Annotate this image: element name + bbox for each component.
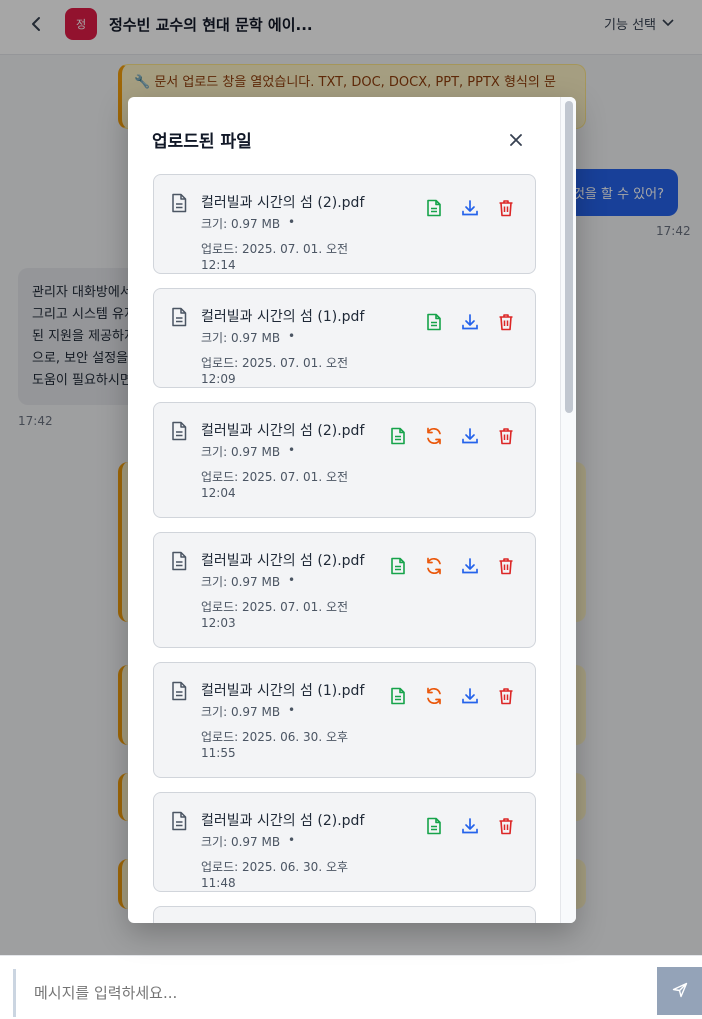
trash-icon <box>498 817 514 835</box>
view-file-button[interactable] <box>387 555 409 577</box>
view-document-icon <box>426 313 442 331</box>
refresh-icon <box>425 427 443 445</box>
delete-button[interactable] <box>495 311 517 333</box>
file-card: 컬러빌과 시간의 섬 (2).pdf 크기: 0.97 MB • 업로드: 2025.… <box>153 174 536 274</box>
file-upload-date: 업로드: 2025. 07. 01. 오전 12:09 <box>201 356 349 386</box>
file-name: 컬러빌과 시간의 섬 (1).pdf <box>201 309 365 325</box>
file-upload-date: 업로드: 2025. 07. 01. 오전 12:04 <box>201 470 349 500</box>
view-file-button[interactable] <box>423 815 445 837</box>
trash-icon <box>498 427 514 445</box>
separator-dot: • <box>288 329 296 343</box>
download-icon <box>461 427 479 445</box>
separator-dot: • <box>288 215 296 229</box>
file-upload-date: 업로드: 2025. 06. 30. 오후 11:48 <box>201 860 349 890</box>
reprocess-button[interactable] <box>423 555 445 577</box>
file-upload-date: 업로드: 2025. 07. 01. 오전 12:03 <box>201 600 349 630</box>
download-button[interactable] <box>459 197 481 219</box>
file-icon <box>170 307 190 327</box>
scrollbar-thumb[interactable] <box>565 101 573 413</box>
refresh-icon <box>425 687 443 705</box>
file-card: 컬러빌과 시간의 섬 (2).pdf 크기: 0.97 MB • 업로드: 2025.… <box>153 532 536 648</box>
reprocess-button[interactable] <box>423 685 445 707</box>
file-name: 컬러빌과 시간의 섬 (2).pdf <box>201 195 365 211</box>
send-button[interactable] <box>657 967 702 1015</box>
separator-dot: • <box>288 833 296 847</box>
file-name: 컬러빌과 시간의 섬 (1).pdf <box>201 683 365 699</box>
view-document-icon <box>390 427 406 445</box>
close-icon[interactable] <box>506 130 526 150</box>
delete-button[interactable] <box>495 197 517 219</box>
file-size: 크기: 0.97 MB <box>201 705 281 719</box>
send-icon <box>672 982 688 1001</box>
view-file-button[interactable] <box>387 425 409 447</box>
view-file-button[interactable] <box>423 311 445 333</box>
separator-dot: • <box>288 573 296 587</box>
file-name: 컬러빌과 시간의 섬 (2).pdf <box>201 423 365 439</box>
message-composer <box>0 955 702 1019</box>
file-size: 크기: 0.97 MB <box>201 217 281 231</box>
download-button[interactable] <box>459 555 481 577</box>
delete-button[interactable] <box>495 555 517 577</box>
download-button[interactable] <box>459 685 481 707</box>
modal-title: 업로드된 파일 <box>152 132 252 152</box>
uploaded-files-modal: 업로드된 파일 컬러빌과 시간의 섬 (2).pdf 크기: 0.97 MB • 업로… <box>128 97 576 923</box>
file-size: 크기: 0.97 MB <box>201 445 281 459</box>
file-icon <box>170 811 190 831</box>
download-icon <box>461 557 479 575</box>
download-icon <box>461 199 479 217</box>
trash-icon <box>498 199 514 217</box>
file-name: 컬러빌과 시간의 섬 (2).pdf <box>201 813 365 829</box>
view-document-icon <box>426 199 442 217</box>
view-file-button[interactable] <box>423 197 445 219</box>
file-size: 크기: 0.97 MB <box>201 331 281 345</box>
file-size: 크기: 0.97 MB <box>201 835 281 849</box>
file-icon <box>170 193 190 213</box>
file-card: 컬러빌과 시간의 섬 (2).pdf 크기: 0.97 MB • 업로드: 2025.… <box>153 402 536 518</box>
file-name: 컬러빌과 시간의 섬 (2).pdf <box>201 553 365 569</box>
trash-icon <box>498 313 514 331</box>
download-icon <box>461 817 479 835</box>
file-card: 컬러빌과 시간의 섬 (1).pdf 크기: 0.97 MB • 업로드: 2025.… <box>153 288 536 388</box>
file-card <box>153 906 536 923</box>
file-icon <box>170 681 190 701</box>
separator-dot: • <box>288 443 296 457</box>
download-button[interactable] <box>459 815 481 837</box>
modal-scrollbar[interactable] <box>560 97 576 923</box>
delete-button[interactable] <box>495 425 517 447</box>
file-icon <box>170 421 190 441</box>
reprocess-button[interactable] <box>423 425 445 447</box>
download-button[interactable] <box>459 425 481 447</box>
view-document-icon <box>390 557 406 575</box>
view-document-icon <box>390 687 406 705</box>
trash-icon <box>498 687 514 705</box>
download-button[interactable] <box>459 311 481 333</box>
separator-dot: • <box>288 703 296 717</box>
view-document-icon <box>426 817 442 835</box>
file-size: 크기: 0.97 MB <box>201 575 281 589</box>
refresh-icon <box>425 557 443 575</box>
file-card: 컬러빌과 시간의 섬 (1).pdf 크기: 0.97 MB • 업로드: 2025.… <box>153 662 536 778</box>
file-upload-date: 업로드: 2025. 06. 30. 오후 11:55 <box>201 730 349 760</box>
delete-button[interactable] <box>495 815 517 837</box>
trash-icon <box>498 557 514 575</box>
file-upload-date: 업로드: 2025. 07. 01. 오전 12:14 <box>201 242 349 272</box>
file-icon <box>170 551 190 571</box>
message-input[interactable] <box>13 969 657 1017</box>
file-card: 컬러빌과 시간의 섬 (2).pdf 크기: 0.97 MB • 업로드: 2025.… <box>153 792 536 892</box>
download-icon <box>461 687 479 705</box>
download-icon <box>461 313 479 331</box>
delete-button[interactable] <box>495 685 517 707</box>
view-file-button[interactable] <box>387 685 409 707</box>
